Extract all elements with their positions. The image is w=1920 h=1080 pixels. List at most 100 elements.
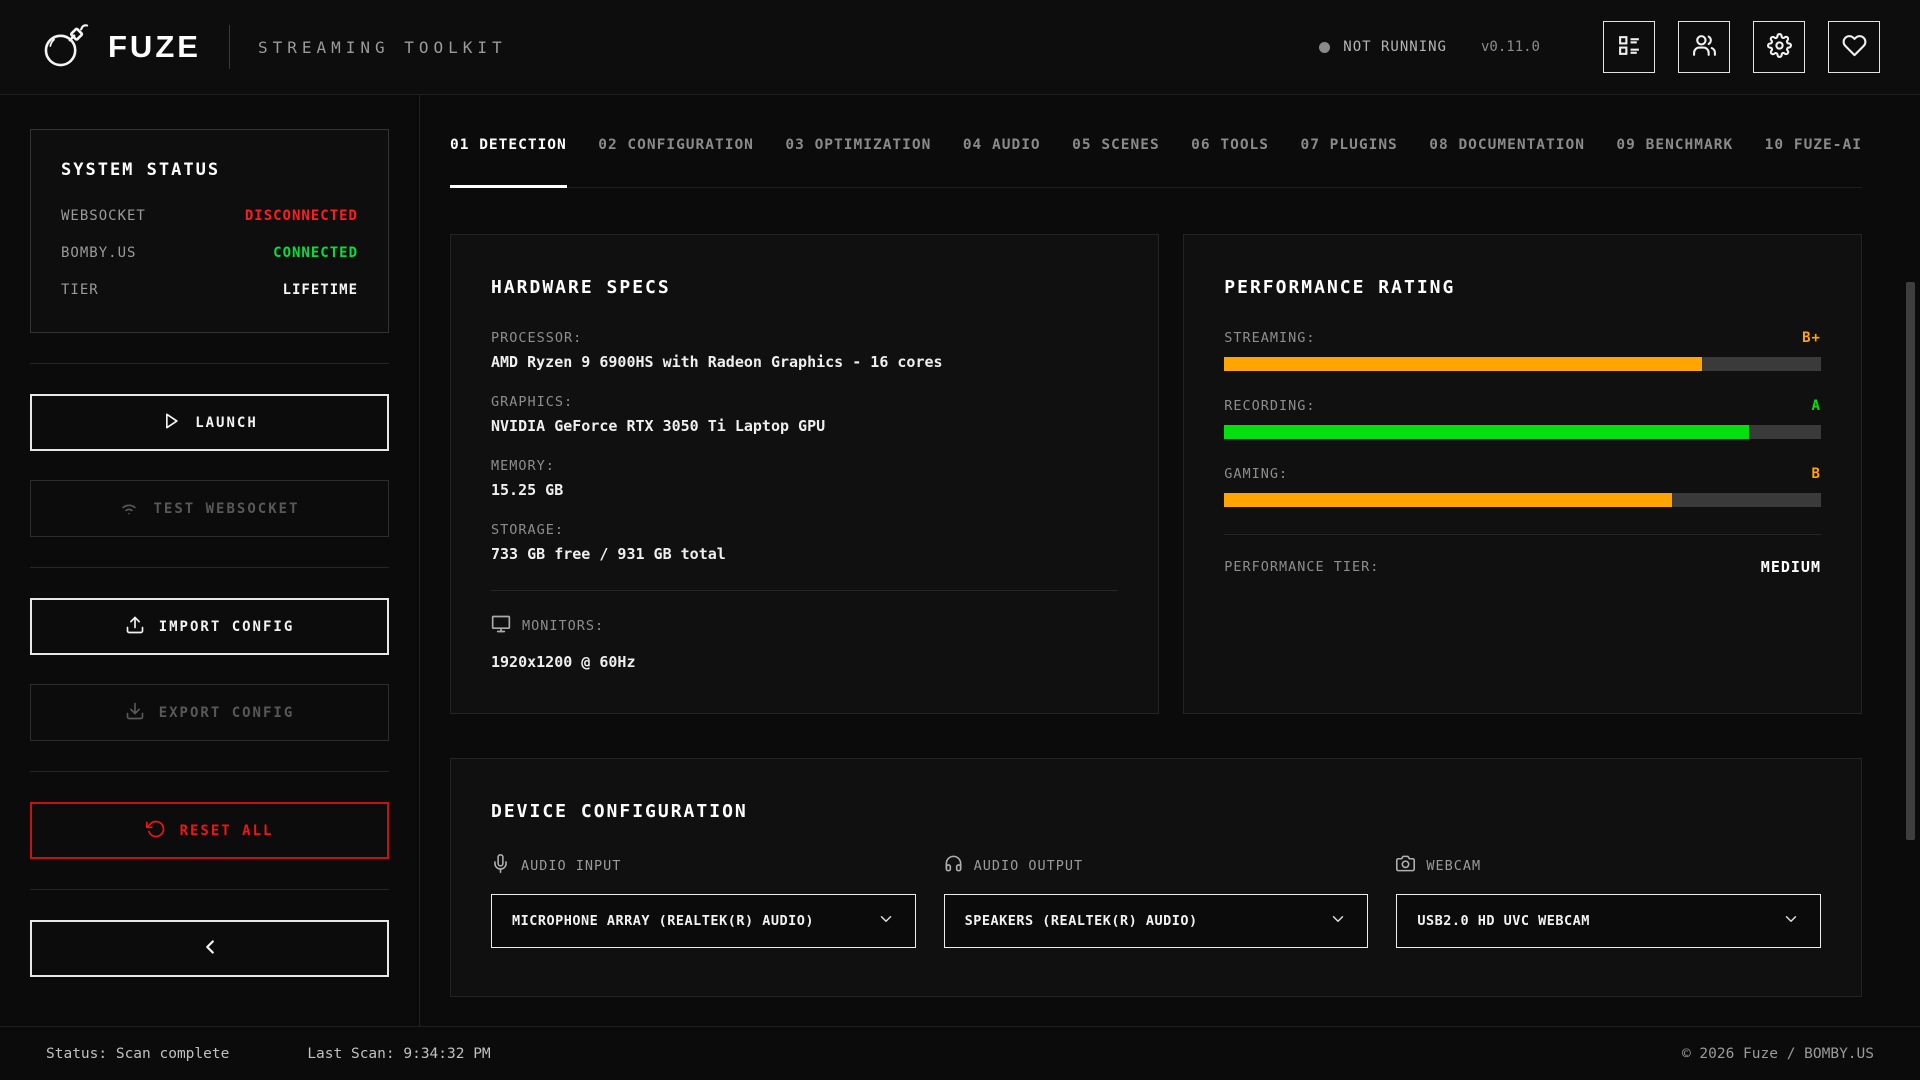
bomb-logo-icon <box>40 19 92 75</box>
header-separator <box>229 25 230 69</box>
dashboard-icon <box>1617 33 1642 61</box>
webcam-select[interactable]: USB2.0 HD UVC WEBCAM <box>1396 894 1821 948</box>
webcam-field: WEBCAM USB2.0 HD UVC WEBCAM <box>1396 854 1821 948</box>
export-config-button[interactable]: EXPORT CONFIG <box>30 684 389 741</box>
hardware-card-divider <box>491 590 1118 591</box>
rating-label: RECORDING: <box>1224 398 1315 414</box>
main-content: 01 DETECTION 02 CONFIGURATION 03 OPTIMIZ… <box>420 95 1920 1026</box>
reset-all-button-label: RESET ALL <box>180 823 274 839</box>
performance-tier-value: MEDIUM <box>1761 558 1821 576</box>
spec-label: STORAGE: <box>491 522 1118 538</box>
chevron-down-icon <box>1772 910 1800 932</box>
rating-streaming: STREAMING: B+ <box>1224 330 1821 371</box>
rating-bar-fill <box>1224 425 1749 439</box>
tab-benchmark[interactable]: 09 BENCHMARK <box>1616 137 1733 188</box>
rating-bar-track <box>1224 493 1821 507</box>
status-value: DISCONNECTED <box>245 208 358 224</box>
app-window: FUZE STREAMING TOOLKIT NOT RUNNING v0.11… <box>0 0 1920 1080</box>
headphones-icon <box>944 854 963 877</box>
spec-value: AMD Ryzen 9 6900HS with Radeon Graphics … <box>491 353 1118 371</box>
tab-fuze-ai[interactable]: 10 FUZE-AI <box>1765 137 1862 188</box>
app-header: FUZE STREAMING TOOLKIT NOT RUNNING v0.11… <box>0 0 1920 95</box>
audio-input-select[interactable]: MICROPHONE ARRAY (REALTEK(R) AUDIO) <box>491 894 916 948</box>
sidebar-divider <box>30 363 389 364</box>
webcam-icon <box>1396 854 1415 877</box>
monitors-row: MONITORS: <box>491 614 1118 638</box>
performance-tier-label: PERFORMANCE TIER: <box>1224 559 1379 575</box>
status-label: WEBSOCKET <box>61 208 146 224</box>
spec-memory: MEMORY: 15.25 GB <box>491 458 1118 499</box>
monitor-icon <box>491 614 511 638</box>
settings-button[interactable] <box>1753 21 1805 73</box>
app-subtitle: STREAMING TOOLKIT <box>258 38 507 57</box>
reset-all-button[interactable]: RESET ALL <box>30 802 389 859</box>
sidebar-divider <box>30 771 389 772</box>
play-icon <box>161 411 181 435</box>
audio-input-value: MICROPHONE ARRAY (REALTEK(R) AUDIO) <box>512 913 814 929</box>
audio-output-select[interactable]: SPEAKERS (REALTEK(R) AUDIO) <box>944 894 1369 948</box>
tab-audio[interactable]: 04 AUDIO <box>963 137 1041 188</box>
hardware-specs-card: HARDWARE SPECS PROCESSOR: AMD Ryzen 9 69… <box>450 234 1159 714</box>
rating-grade: A <box>1812 398 1821 414</box>
tab-configuration[interactable]: 02 CONFIGURATION <box>598 137 754 188</box>
system-status-panel: SYSTEM STATUS WEBSOCKET DISCONNECTED BOM… <box>30 129 389 333</box>
launch-button[interactable]: LAUNCH <box>30 394 389 451</box>
tab-documentation[interactable]: 08 DOCUMENTATION <box>1429 137 1585 188</box>
webcam-label: WEBCAM <box>1426 858 1481 874</box>
download-icon <box>125 701 145 725</box>
monitors-value: 1920x1200 @ 60Hz <box>491 653 1118 671</box>
performance-card-divider <box>1224 534 1821 535</box>
tab-scenes[interactable]: 05 SCENES <box>1072 137 1160 188</box>
import-config-button-label: IMPORT CONFIG <box>159 619 295 635</box>
status-value: CONNECTED <box>273 245 358 261</box>
export-config-button-label: EXPORT CONFIG <box>159 705 295 721</box>
microphone-icon <box>491 854 510 877</box>
tab-plugins[interactable]: 07 PLUGINS <box>1300 137 1397 188</box>
chevron-left-icon <box>199 936 221 962</box>
rating-recording: RECORDING: A <box>1224 398 1821 439</box>
status-bar: Status: Scan complete Last Scan: 9:34:32… <box>0 1026 1920 1080</box>
app-logo-text: FUZE <box>108 29 201 65</box>
tab-bar: 01 DETECTION 02 CONFIGURATION 03 OPTIMIZ… <box>450 137 1862 188</box>
rating-grade: B <box>1812 466 1821 482</box>
monitors-label: MONITORS: <box>522 618 604 634</box>
status-row-bomby-us: BOMBY.US CONNECTED <box>61 245 358 261</box>
users-icon <box>1692 33 1717 61</box>
spec-label: PROCESSOR: <box>491 330 1118 346</box>
dashboard-button[interactable] <box>1603 21 1655 73</box>
favorites-button[interactable] <box>1828 21 1880 73</box>
settings-gear-icon <box>1767 33 1792 61</box>
spec-storage: STORAGE: 733 GB free / 931 GB total <box>491 522 1118 563</box>
audio-input-field: AUDIO INPUT MICROPHONE ARRAY (REALTEK(R)… <box>491 854 916 948</box>
import-config-button[interactable]: IMPORT CONFIG <box>30 598 389 655</box>
tab-detection[interactable]: 01 DETECTION <box>450 137 567 188</box>
rating-gaming: GAMING: B <box>1224 466 1821 507</box>
device-configuration-title: DEVICE CONFIGURATION <box>491 801 1821 822</box>
test-websocket-button-label: TEST WEBSOCKET <box>153 501 299 517</box>
tab-optimization[interactable]: 03 OPTIMIZATION <box>785 137 931 188</box>
sidebar-divider <box>30 889 389 890</box>
spec-processor: PROCESSOR: AMD Ryzen 9 6900HS with Radeo… <box>491 330 1118 371</box>
performance-tier-row: PERFORMANCE TIER: MEDIUM <box>1224 558 1821 576</box>
rating-bar-fill <box>1224 357 1701 371</box>
collapse-sidebar-button[interactable] <box>30 920 389 977</box>
launch-button-label: LAUNCH <box>195 415 258 431</box>
run-status-dot-icon <box>1319 42 1330 53</box>
spec-label: GRAPHICS: <box>491 394 1118 410</box>
run-status-text: NOT RUNNING <box>1343 39 1447 55</box>
rating-bar-track <box>1224 425 1821 439</box>
sidebar: SYSTEM STATUS WEBSOCKET DISCONNECTED BOM… <box>0 95 420 1026</box>
users-button[interactable] <box>1678 21 1730 73</box>
status-label: BOMBY.US <box>61 245 136 261</box>
tab-tools[interactable]: 06 TOOLS <box>1191 137 1269 188</box>
upload-icon <box>125 615 145 639</box>
reset-icon <box>146 819 166 843</box>
footer-copyright: © 2026 Fuze / BOMBY.US <box>1682 1046 1874 1062</box>
status-row-websocket: WEBSOCKET DISCONNECTED <box>61 208 358 224</box>
status-value: LIFETIME <box>283 282 358 298</box>
heart-icon <box>1842 33 1867 61</box>
vertical-scrollbar[interactable] <box>1906 282 1915 840</box>
spec-value: 733 GB free / 931 GB total <box>491 545 1118 563</box>
test-websocket-button[interactable]: TEST WEBSOCKET <box>30 480 389 537</box>
rating-grade: B+ <box>1802 330 1821 346</box>
